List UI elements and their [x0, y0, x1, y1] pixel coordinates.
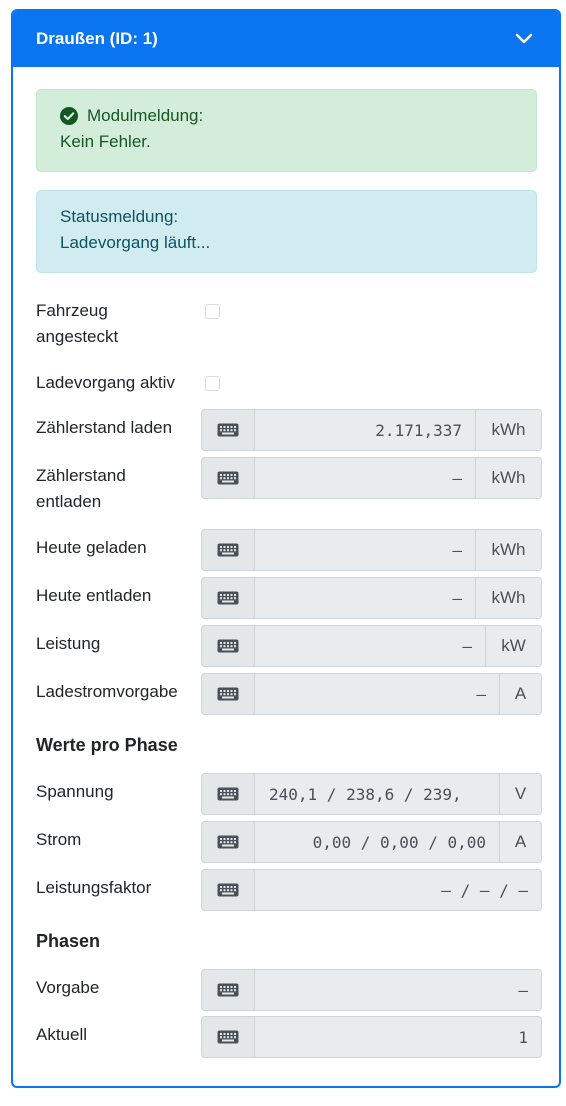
keyboard-icon[interactable] — [201, 577, 255, 619]
power-input[interactable]: – — [255, 625, 486, 667]
phase-values-heading: Werte pro Phase — [36, 735, 178, 755]
chargepoint-card: Draußen (ID: 1) Modulmeldung: Kein Fehle… — [11, 9, 561, 1088]
today-charged-unit: kWh — [476, 529, 542, 571]
power-factor-input[interactable]: – / – / – — [255, 869, 542, 911]
keyboard-icon[interactable] — [201, 869, 255, 911]
phases-actual-label: Aktuell — [36, 1025, 88, 1044]
meter-discharge-unit: kWh — [476, 457, 542, 499]
current-input[interactable]: 0,00 / 0,00 / 0,00 — [255, 821, 500, 863]
today-discharged-unit: kWh — [476, 577, 542, 619]
meter-charge-unit: kWh — [476, 409, 542, 451]
status-message-title: Statusmeldung: — [60, 207, 179, 226]
meter-charge-input[interactable]: 2.171,337 — [255, 409, 476, 451]
status-message-alert: Statusmeldung: Ladevorgang läuft... — [36, 190, 537, 273]
keyboard-icon[interactable] — [201, 1016, 255, 1058]
voltage-label: Spannung — [36, 782, 114, 801]
current-target-input[interactable]: – — [255, 673, 500, 715]
keyboard-icon[interactable] — [201, 673, 255, 715]
module-message-title: Modulmeldung: — [87, 106, 204, 125]
chevron-down-icon[interactable] — [515, 33, 533, 45]
plugged-checkbox[interactable] — [205, 304, 220, 319]
keyboard-icon[interactable] — [201, 821, 255, 863]
meter-discharge-row: Zählerstand entladen – kWh — [36, 457, 542, 511]
keyboard-icon[interactable] — [201, 457, 255, 499]
phases-target-input[interactable]: – — [255, 969, 542, 1011]
card-title: Draußen (ID: 1) — [36, 29, 158, 48]
today-discharged-label: Heute entladen — [36, 586, 152, 605]
keyboard-icon[interactable] — [201, 625, 255, 667]
phases-heading: Phasen — [36, 931, 101, 951]
check-circle-icon — [60, 107, 78, 125]
meter-discharge-label: Zählerstand entladen — [36, 466, 126, 511]
meter-charge-row: Zählerstand laden 2.171,337 kWh — [36, 409, 542, 451]
charging-row: Ladevorgang aktiv — [36, 370, 542, 396]
keyboard-icon[interactable] — [201, 529, 255, 571]
today-charged-label: Heute geladen — [36, 538, 147, 557]
card-header[interactable]: Draußen (ID: 1) — [13, 11, 559, 67]
current-target-row: Ladestromvorgabe – A — [36, 673, 542, 715]
current-target-label: Ladestromvorgabe — [36, 682, 178, 701]
status-message-text: Ladevorgang läuft... — [60, 233, 211, 252]
current-row: Strom 0,00 / 0,00 / 0,00 A — [36, 821, 542, 863]
power-row: Leistung – kW — [36, 625, 542, 667]
power-label: Leistung — [36, 634, 101, 653]
phases-target-label: Vorgabe — [36, 978, 100, 997]
current-target-unit: A — [500, 673, 542, 715]
meter-charge-label: Zählerstand laden — [36, 418, 173, 437]
current-label: Strom — [36, 830, 82, 849]
power-unit: kW — [486, 625, 542, 667]
today-charged-row: Heute geladen – kWh — [36, 529, 542, 571]
today-discharged-row: Heute entladen – kWh — [36, 577, 542, 619]
keyboard-icon[interactable] — [201, 773, 255, 815]
keyboard-icon[interactable] — [201, 409, 255, 451]
phases-actual-row: Aktuell 1 — [36, 1016, 542, 1058]
module-message-alert: Modulmeldung: Kein Fehler. — [36, 89, 537, 172]
phases-target-row: Vorgabe – — [36, 969, 542, 1011]
charging-label: Ladevorgang aktiv — [36, 373, 175, 392]
today-charged-input[interactable]: – — [255, 529, 476, 571]
voltage-unit: V — [500, 773, 542, 815]
plugged-row: Fahrzeug angesteckt — [36, 298, 542, 350]
meter-discharge-input[interactable]: – — [255, 457, 476, 499]
today-discharged-input[interactable]: – — [255, 577, 476, 619]
power-factor-label: Leistungsfaktor — [36, 878, 152, 897]
voltage-row: Spannung 240,1 / 238,6 / 239, V — [36, 773, 542, 815]
plugged-label: Fahrzeug angesteckt — [36, 301, 119, 346]
keyboard-icon[interactable] — [201, 969, 255, 1011]
power-factor-row: Leistungsfaktor – / – / – — [36, 869, 542, 911]
charging-checkbox[interactable] — [205, 376, 220, 391]
voltage-input[interactable]: 240,1 / 238,6 / 239, — [255, 773, 500, 815]
phases-actual-input[interactable]: 1 — [255, 1016, 542, 1058]
module-message-text: Kein Fehler. — [60, 132, 151, 151]
current-unit: A — [500, 821, 542, 863]
